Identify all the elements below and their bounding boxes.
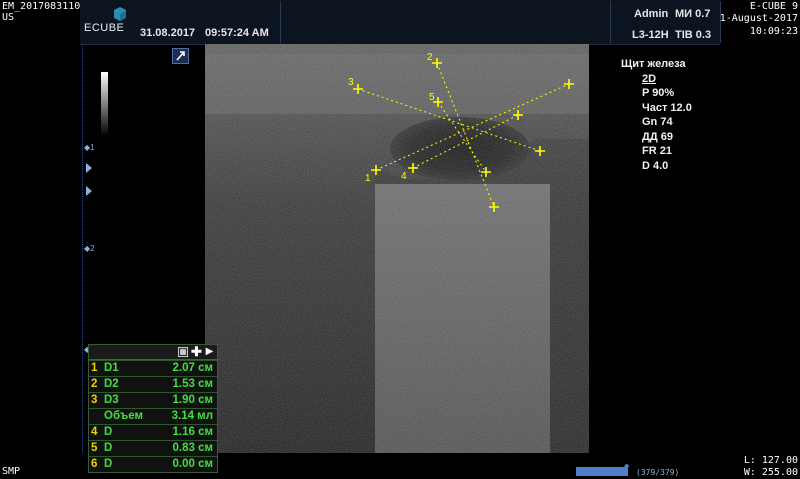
orientation-icon bbox=[176, 51, 185, 61]
measurement-row: Объем 3.14 мл bbox=[89, 408, 217, 424]
measurement-row: 3 D3 1.90 см bbox=[89, 392, 217, 408]
exam-date: 31.08.2017 bbox=[140, 27, 196, 39]
frame-counter: (379/379) bbox=[636, 468, 680, 477]
measurement-row: 5 D 0.83 см bbox=[89, 440, 217, 456]
depth-mark: ◆1 bbox=[84, 143, 95, 152]
focus-marker-icon[interactable] bbox=[86, 186, 92, 196]
frame-rate-value: FR 21 bbox=[642, 145, 672, 157]
imaging-mode: 2D bbox=[642, 72, 657, 85]
preset-name: Щит железа bbox=[621, 58, 686, 70]
measurement-row: 4 D 1.16 см bbox=[89, 424, 217, 440]
move-icon[interactable]: ✚ bbox=[191, 345, 202, 358]
device-date: 31-August-2017 bbox=[713, 13, 798, 24]
header-divider bbox=[720, 1, 721, 43]
logo-text: ECUBE bbox=[84, 22, 125, 34]
device-time: 10:09:23 bbox=[749, 26, 798, 37]
caliper-label: 1 bbox=[365, 173, 371, 184]
measurement-panel-header: ▦ ✚ ▶ bbox=[89, 345, 217, 360]
user-name: Admin bbox=[634, 8, 669, 20]
header-divider bbox=[610, 1, 611, 43]
cine-scrollbar[interactable] bbox=[576, 467, 628, 476]
focus-marker-icon[interactable] bbox=[86, 163, 92, 173]
measurement-panel[interactable]: ▦ ✚ ▶ 1 D1 2.07 см 2 D2 1.53 см 3 D3 1.90 см О… bbox=[88, 344, 218, 473]
depth-value: D 4.0 bbox=[642, 159, 669, 172]
mode-label: US bbox=[2, 12, 15, 23]
dynamic-range-value: ДД 69 bbox=[642, 130, 673, 143]
caliper-label: 3 bbox=[348, 77, 354, 88]
mi-value: МИ 0.7 bbox=[675, 8, 711, 20]
smp-label: SMP bbox=[2, 466, 21, 477]
orientation-button[interactable] bbox=[172, 48, 189, 64]
measurement-row: 1 D1 2.07 см bbox=[89, 360, 217, 376]
caliper-label: 2 bbox=[427, 52, 433, 63]
window-width: W: 255.00 bbox=[743, 467, 798, 478]
caliper-label: 5 bbox=[429, 92, 435, 103]
tib-value: TIB 0.3 bbox=[675, 29, 712, 41]
collapse-icon[interactable]: ▶ bbox=[204, 346, 215, 357]
header-divider bbox=[280, 1, 281, 43]
scroll-thumb-icon[interactable]: ◆ bbox=[624, 462, 629, 470]
gain-value: Gn 74 bbox=[642, 116, 673, 128]
power-value: P 90% bbox=[642, 87, 675, 99]
ultrasound-image[interactable]: 1 2 3 4 5 bbox=[205, 44, 589, 453]
measurement-row: 2 D2 1.53 см bbox=[89, 376, 217, 392]
probe-name: L3-12H bbox=[632, 29, 669, 41]
depth-mark: ◆2 bbox=[84, 244, 95, 253]
device-name: E-CUBE 9 bbox=[749, 1, 798, 12]
measurement-row: 6 D 0.00 см bbox=[89, 456, 217, 472]
caliper-label: 4 bbox=[401, 171, 407, 182]
imaging-parameters: Щит железа 2D P 90% Част 12.0 Gn 74 ДД 6… bbox=[621, 57, 692, 173]
grayscale-bar bbox=[101, 72, 108, 136]
window-level: L: 127.00 bbox=[743, 455, 798, 466]
grid-icon[interactable]: ▦ bbox=[178, 347, 188, 357]
exam-time: 09:57:24 AM bbox=[205, 27, 269, 39]
frequency-value: Част 12.0 bbox=[642, 101, 692, 114]
